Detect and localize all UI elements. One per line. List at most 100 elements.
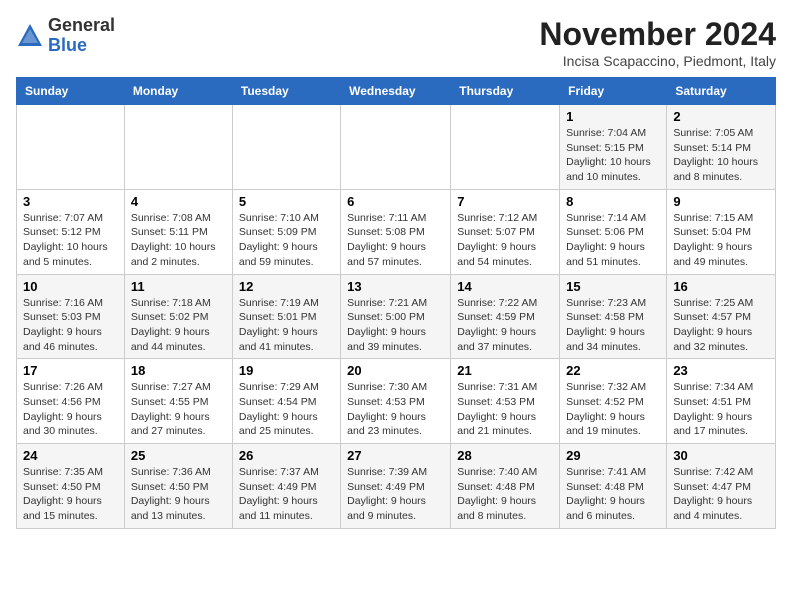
day-number: 10: [23, 279, 118, 294]
day-info: Sunrise: 7:18 AM Sunset: 5:02 PM Dayligh…: [131, 296, 226, 355]
day-info: Sunrise: 7:21 AM Sunset: 5:00 PM Dayligh…: [347, 296, 444, 355]
day-info: Sunrise: 7:10 AM Sunset: 5:09 PM Dayligh…: [239, 211, 334, 270]
day-number: 13: [347, 279, 444, 294]
calendar-week-4: 17Sunrise: 7:26 AM Sunset: 4:56 PM Dayli…: [17, 359, 776, 444]
day-info: Sunrise: 7:42 AM Sunset: 4:47 PM Dayligh…: [673, 465, 769, 524]
day-info: Sunrise: 7:08 AM Sunset: 5:11 PM Dayligh…: [131, 211, 226, 270]
calendar-cell: 1 Sunrise: 7:04 AM Sunset: 5:15 PM Daylig…: [560, 105, 667, 190]
day-info: Sunrise: 7:14 AM Sunset: 5:06 PM Dayligh…: [566, 211, 660, 270]
day-number: 11: [131, 279, 226, 294]
calendar-cell: 25Sunrise: 7:36 AM Sunset: 4:50 PM Dayli…: [124, 444, 232, 529]
day-info: Sunrise: 7:12 AM Sunset: 5:07 PM Dayligh…: [457, 211, 553, 270]
day-number: 17: [23, 363, 118, 378]
day-number: 19: [239, 363, 334, 378]
calendar-cell: 18 Sunrise: 7:27 AM Sunset: 4:55 PM Dayli…: [124, 359, 232, 444]
day-info: Sunrise: 7:23 AM Sunset: 4:58 PM Dayligh…: [566, 296, 660, 355]
header-day-tuesday: Tuesday: [232, 78, 340, 105]
day-info: Sunrise: 7:27 AM Sunset: 4:55 PM Dayligh…: [131, 380, 226, 439]
header-day-saturday: Saturday: [667, 78, 776, 105]
day-info: Sunrise: 7:07 AM Sunset: 5:12 PM Dayligh…: [23, 211, 118, 270]
calendar-cell: 8 Sunrise: 7:14 AM Sunset: 5:06 PM Daylig…: [560, 189, 667, 274]
calendar-cell: 28 Sunrise: 7:40 AM Sunset: 4:48 PM Dayli…: [451, 444, 560, 529]
logo-blue: Blue: [48, 35, 87, 55]
logo: General Blue: [16, 16, 115, 56]
calendar-cell: 23 Sunrise: 7:34 AM Sunset: 4:51 PM Dayli…: [667, 359, 776, 444]
calendar-cell: 12Sunrise: 7:19 AM Sunset: 5:01 PM Dayli…: [232, 274, 340, 359]
header-day-friday: Friday: [560, 78, 667, 105]
calendar-cell: 5Sunrise: 7:10 AM Sunset: 5:09 PM Daylig…: [232, 189, 340, 274]
calendar-cell: 21 Sunrise: 7:31 AM Sunset: 4:53 PM Dayli…: [451, 359, 560, 444]
calendar-week-3: 10 Sunrise: 7:16 AM Sunset: 5:03 PM Dayli…: [17, 274, 776, 359]
day-number: 6: [347, 194, 444, 209]
day-info: Sunrise: 7:04 AM Sunset: 5:15 PM Dayligh…: [566, 126, 660, 185]
day-info: Sunrise: 7:34 AM Sunset: 4:51 PM Dayligh…: [673, 380, 769, 439]
calendar-cell: 15 Sunrise: 7:23 AM Sunset: 4:58 PM Dayli…: [560, 274, 667, 359]
day-info: Sunrise: 7:32 AM Sunset: 4:52 PM Dayligh…: [566, 380, 660, 439]
calendar-cell: 10 Sunrise: 7:16 AM Sunset: 5:03 PM Dayli…: [17, 274, 125, 359]
calendar-cell: 24 Sunrise: 7:35 AM Sunset: 4:50 PM Dayli…: [17, 444, 125, 529]
day-number: 3: [23, 194, 118, 209]
calendar-cell: [451, 105, 560, 190]
day-number: 21: [457, 363, 553, 378]
day-info: Sunrise: 7:36 AM Sunset: 4:50 PM Dayligh…: [131, 465, 226, 524]
calendar-cell: 7 Sunrise: 7:12 AM Sunset: 5:07 PM Daylig…: [451, 189, 560, 274]
calendar-table: SundayMondayTuesdayWednesdayThursdayFrid…: [16, 77, 776, 529]
day-info: Sunrise: 7:15 AM Sunset: 5:04 PM Dayligh…: [673, 211, 769, 270]
day-number: 29: [566, 448, 660, 463]
day-info: Sunrise: 7:37 AM Sunset: 4:49 PM Dayligh…: [239, 465, 334, 524]
calendar-week-5: 24 Sunrise: 7:35 AM Sunset: 4:50 PM Dayli…: [17, 444, 776, 529]
day-number: 28: [457, 448, 553, 463]
calendar-cell: [232, 105, 340, 190]
day-number: 15: [566, 279, 660, 294]
day-info: Sunrise: 7:25 AM Sunset: 4:57 PM Dayligh…: [673, 296, 769, 355]
day-number: 8: [566, 194, 660, 209]
day-info: Sunrise: 7:29 AM Sunset: 4:54 PM Dayligh…: [239, 380, 334, 439]
calendar-cell: 29 Sunrise: 7:41 AM Sunset: 4:48 PM Dayli…: [560, 444, 667, 529]
calendar-cell: 4 Sunrise: 7:08 AM Sunset: 5:11 PM Daylig…: [124, 189, 232, 274]
calendar-cell: 13 Sunrise: 7:21 AM Sunset: 5:00 PM Dayli…: [341, 274, 451, 359]
day-number: 24: [23, 448, 118, 463]
calendar-cell: 14Sunrise: 7:22 AM Sunset: 4:59 PM Dayli…: [451, 274, 560, 359]
day-number: 27: [347, 448, 444, 463]
day-info: Sunrise: 7:35 AM Sunset: 4:50 PM Dayligh…: [23, 465, 118, 524]
day-number: 23: [673, 363, 769, 378]
day-info: Sunrise: 7:22 AM Sunset: 4:59 PM Dayligh…: [457, 296, 553, 355]
day-info: Sunrise: 7:31 AM Sunset: 4:53 PM Dayligh…: [457, 380, 553, 439]
calendar-cell: 26 Sunrise: 7:37 AM Sunset: 4:49 PM Dayli…: [232, 444, 340, 529]
day-number: 18: [131, 363, 226, 378]
calendar-cell: 16 Sunrise: 7:25 AM Sunset: 4:57 PM Dayli…: [667, 274, 776, 359]
calendar-cell: 27 Sunrise: 7:39 AM Sunset: 4:49 PM Dayli…: [341, 444, 451, 529]
day-info: Sunrise: 7:40 AM Sunset: 4:48 PM Dayligh…: [457, 465, 553, 524]
day-info: Sunrise: 7:16 AM Sunset: 5:03 PM Dayligh…: [23, 296, 118, 355]
calendar-cell: 3 Sunrise: 7:07 AM Sunset: 5:12 PM Daylig…: [17, 189, 125, 274]
header-day-thursday: Thursday: [451, 78, 560, 105]
calendar-cell: 2 Sunrise: 7:05 AM Sunset: 5:14 PM Daylig…: [667, 105, 776, 190]
day-number: 22: [566, 363, 660, 378]
day-number: 12: [239, 279, 334, 294]
calendar-cell: [17, 105, 125, 190]
day-number: 7: [457, 194, 553, 209]
day-info: Sunrise: 7:41 AM Sunset: 4:48 PM Dayligh…: [566, 465, 660, 524]
day-number: 30: [673, 448, 769, 463]
day-number: 16: [673, 279, 769, 294]
header-row: SundayMondayTuesdayWednesdayThursdayFrid…: [17, 78, 776, 105]
header-day-monday: Monday: [124, 78, 232, 105]
day-number: 1: [566, 109, 660, 124]
day-number: 4: [131, 194, 226, 209]
month-title: November 2024: [539, 16, 776, 53]
header-day-sunday: Sunday: [17, 78, 125, 105]
day-info: Sunrise: 7:39 AM Sunset: 4:49 PM Dayligh…: [347, 465, 444, 524]
calendar-cell: 19 Sunrise: 7:29 AM Sunset: 4:54 PM Dayli…: [232, 359, 340, 444]
calendar-cell: 30 Sunrise: 7:42 AM Sunset: 4:47 PM Dayli…: [667, 444, 776, 529]
calendar-week-2: 3 Sunrise: 7:07 AM Sunset: 5:12 PM Daylig…: [17, 189, 776, 274]
location-title: Incisa Scapaccino, Piedmont, Italy: [539, 53, 776, 69]
calendar-cell: 9Sunrise: 7:15 AM Sunset: 5:04 PM Daylig…: [667, 189, 776, 274]
day-number: 2: [673, 109, 769, 124]
calendar-header: SundayMondayTuesdayWednesdayThursdayFrid…: [17, 78, 776, 105]
calendar-cell: [124, 105, 232, 190]
day-info: Sunrise: 7:05 AM Sunset: 5:14 PM Dayligh…: [673, 126, 769, 185]
day-number: 26: [239, 448, 334, 463]
day-info: Sunrise: 7:30 AM Sunset: 4:53 PM Dayligh…: [347, 380, 444, 439]
calendar-cell: 20Sunrise: 7:30 AM Sunset: 4:53 PM Dayli…: [341, 359, 451, 444]
day-info: Sunrise: 7:11 AM Sunset: 5:08 PM Dayligh…: [347, 211, 444, 270]
